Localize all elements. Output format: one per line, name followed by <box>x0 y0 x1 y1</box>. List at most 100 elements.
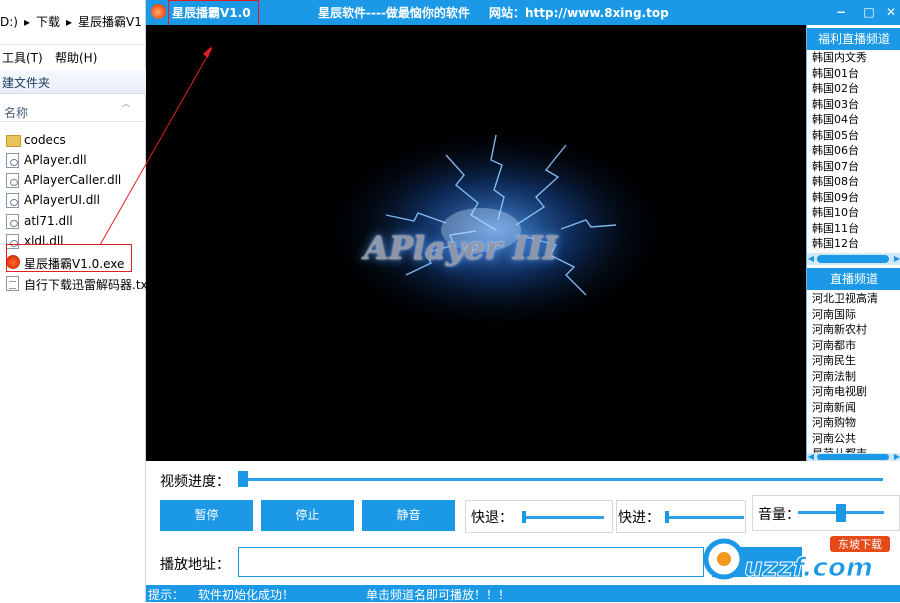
channel-item[interactable]: 河南公共 <box>807 431 900 447</box>
channel-item[interactable]: 韩国02台 <box>807 81 900 97</box>
scrollbar-thumb[interactable] <box>817 255 889 263</box>
volume-label: 音量： <box>758 507 800 523</box>
channel-item[interactable]: 韩国11台 <box>807 221 900 237</box>
url-label: 播放地址： <box>160 557 230 573</box>
stop-button[interactable]: 停止 <box>261 500 354 531</box>
breadcrumb-downloads[interactable]: 下载 <box>36 15 60 29</box>
address-breadcrumb[interactable]: D:) ▸ 下载 ▸ 星辰播霸V1 <box>0 13 146 35</box>
close-icon[interactable]: ✕ <box>882 3 900 21</box>
channel-item[interactable]: 韩国08台 <box>807 174 900 190</box>
channel-item[interactable]: 韩国04台 <box>807 112 900 128</box>
breadcrumb-separator: ▸ <box>23 15 30 29</box>
dll-file-icon <box>6 153 19 168</box>
file-item[interactable]: atl71.dll <box>2 211 146 231</box>
folder-icon <box>6 135 21 147</box>
video-display[interactable]: APlayer III <box>146 25 806 461</box>
rewind-slider-thumb[interactable] <box>522 511 526 523</box>
welfare-channel-list: 韩国内文秀 韩国01台 韩国02台 韩国03台 韩国04台 韩国05台 韩国06… <box>807 50 900 252</box>
pause-button[interactable]: 暂停 <box>160 500 253 531</box>
file-name: 自行下载迅雷解码器.txt <box>24 278 146 292</box>
file-item[interactable]: APlayerCaller.dll <box>2 170 146 190</box>
file-name: APlayerCaller.dll <box>24 173 122 187</box>
channel-item[interactable]: 韩国09台 <box>807 190 900 206</box>
status-bar: 提示： 软件初始化成功！ 单击频道名即可播放！！！ <box>146 585 900 602</box>
channel-item[interactable]: 韩国10台 <box>807 205 900 221</box>
rewind-slider[interactable] <box>522 516 604 519</box>
column-name-label: 名称 <box>4 106 29 120</box>
file-item[interactable]: APlayer.dll <box>2 150 146 170</box>
channel-item[interactable]: 河南购物 <box>807 415 900 431</box>
website-link[interactable]: 网站：http://www.8xing.top <box>489 4 669 21</box>
live-list-scrollbar[interactable]: ◀ ▶ <box>807 453 900 461</box>
player-window: 星辰播霸V1.0 星辰软件----做最恼你的软件 网站：http://www.8… <box>146 0 900 602</box>
welfare-list-scrollbar[interactable]: ◀ ▶ <box>807 253 900 265</box>
dll-file-icon <box>6 173 19 188</box>
annotation-highlight-box <box>6 244 132 272</box>
dll-file-icon <box>6 193 19 208</box>
status-message: 软件初始化成功！ <box>198 588 295 602</box>
welfare-channel-header: 福利直播频道 <box>807 28 900 50</box>
title-bar[interactable]: 星辰播霸V1.0 星辰软件----做最恼你的软件 网站：http://www.8… <box>146 0 900 25</box>
live-channel-header: 直播频道 <box>807 268 900 290</box>
file-item[interactable]: 自行下载迅雷解码器.txt <box>2 273 146 293</box>
forward-label: 快进： <box>618 510 660 526</box>
maximize-icon[interactable]: □ <box>860 3 878 21</box>
channel-item[interactable]: 河北卫视高清 <box>807 291 900 307</box>
breadcrumb-separator: ▸ <box>66 15 73 29</box>
channel-item[interactable]: 河南法制 <box>807 369 900 385</box>
channel-item[interactable]: 河南新闻 <box>807 400 900 416</box>
channel-item[interactable]: 河南国际 <box>807 307 900 323</box>
scrollbar-thumb[interactable] <box>817 454 889 460</box>
live-channel-list: 河北卫视高清 河南国际 河南新农村 河南都市 河南民生 河南法制 河南电视剧 河… <box>807 291 900 455</box>
status-hint: 单击频道名即可播放！！！ <box>366 588 511 602</box>
volume-slider-thumb[interactable] <box>836 504 846 522</box>
channel-item[interactable]: 韩国03台 <box>807 97 900 113</box>
breadcrumb-drive[interactable]: D:) <box>0 15 18 29</box>
channel-item[interactable]: 韩国01台 <box>807 66 900 82</box>
new-folder-button[interactable]: 建文件夹 <box>2 74 50 91</box>
dll-file-icon <box>6 214 19 229</box>
play-url-input[interactable] <box>238 547 704 577</box>
scroll-left-icon[interactable]: ◀ <box>807 453 815 461</box>
explorer-toolbar: 建文件夹 <box>0 70 146 94</box>
channel-item[interactable]: 河南民生 <box>807 353 900 369</box>
watermark-tag: 东坡下载 <box>838 538 882 551</box>
menu-help[interactable]: 帮助(H) <box>55 49 97 66</box>
progress-label: 视频进度： <box>160 474 230 490</box>
channel-item[interactable]: 河南电视剧 <box>807 384 900 400</box>
channel-item[interactable]: 韩国12台 <box>807 236 900 252</box>
text-file-icon <box>6 276 19 291</box>
channel-item[interactable]: 河南新农村 <box>807 322 900 338</box>
uzzf-watermark-logo: uzzf.com 东坡下载 <box>703 536 890 584</box>
scroll-left-icon[interactable]: ◀ <box>807 253 815 265</box>
aplayer-logo-text: APlayer III <box>364 229 558 267</box>
watermark-brand: uzzf.com <box>744 553 873 583</box>
channel-item[interactable]: 韩国06台 <box>807 143 900 159</box>
channel-item[interactable]: 韩国内文秀 <box>807 50 900 66</box>
sort-up-icon: ︿ <box>122 99 130 108</box>
file-name: atl71.dll <box>24 214 73 228</box>
forward-slider-thumb[interactable] <box>665 511 669 523</box>
minimize-icon[interactable]: − <box>832 3 850 21</box>
forward-slider[interactable] <box>666 516 744 519</box>
menu-tools[interactable]: 工具(T) <box>2 49 43 66</box>
channel-panel: 福利直播频道 韩国内文秀 韩国01台 韩国02台 韩国03台 韩国04台 韩国0… <box>806 25 900 461</box>
column-header-name[interactable]: 名称 ︿ <box>0 98 146 122</box>
breadcrumb-folder[interactable]: 星辰播霸V1 <box>78 15 142 29</box>
scroll-right-icon[interactable]: ▶ <box>893 453 900 461</box>
scroll-right-icon[interactable]: ▶ <box>893 253 900 265</box>
app-logo-icon <box>151 4 166 19</box>
progress-slider-thumb[interactable] <box>238 471 248 487</box>
progress-slider[interactable] <box>238 478 883 481</box>
file-explorer-panel: D:) ▸ 下载 ▸ 星辰播霸V1 工具(T) 帮助(H) 建文件夹 名称 ︿ code… <box>0 0 146 602</box>
file-name: codecs <box>24 133 66 147</box>
file-name: APlayer.dll <box>24 153 87 167</box>
file-item[interactable]: codecs <box>2 130 146 150</box>
channel-item[interactable]: 河南都市 <box>807 338 900 354</box>
status-prefix: 提示： <box>148 588 185 602</box>
app-slogan: 星辰软件----做最恼你的软件 <box>318 6 470 20</box>
channel-item[interactable]: 韩国07台 <box>807 159 900 175</box>
channel-item[interactable]: 韩国05台 <box>807 128 900 144</box>
file-item[interactable]: APlayerUI.dll <box>2 190 146 210</box>
mute-button[interactable]: 静音 <box>362 500 455 531</box>
